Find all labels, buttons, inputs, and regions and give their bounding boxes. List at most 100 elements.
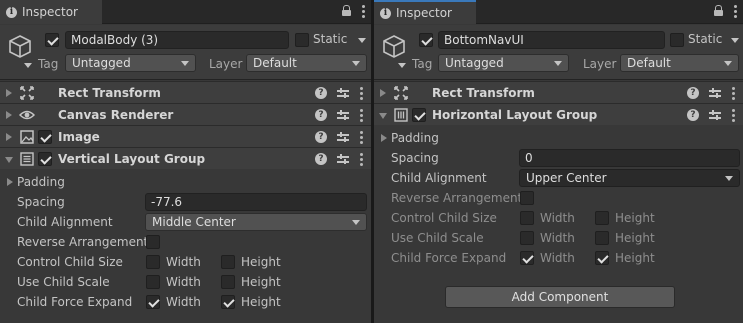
object-name-field[interactable]: BottomNavUI xyxy=(438,31,665,49)
layer-dropdown[interactable]: Default xyxy=(246,54,367,72)
scale-height-checkbox[interactable] xyxy=(595,231,609,245)
kebab-menu-icon[interactable] xyxy=(733,4,737,18)
tab-label: Inspector xyxy=(396,6,452,20)
foldout-arrow-icon[interactable] xyxy=(6,89,12,97)
reverse-arrangement-checkbox[interactable] xyxy=(520,191,534,205)
control-height-checkbox[interactable] xyxy=(221,255,235,269)
tab-inspector[interactable]: i Inspector xyxy=(0,0,102,24)
foldout-arrow-icon[interactable] xyxy=(379,113,387,119)
component-rect-transform[interactable]: Rect Transform ? xyxy=(0,81,371,103)
help-icon[interactable]: ? xyxy=(315,153,327,165)
component-vertical-layout-group[interactable]: Vertical Layout Group ? xyxy=(0,147,371,169)
static-dropdown-arrow[interactable] xyxy=(731,38,739,43)
chevron-down-icon xyxy=(352,61,360,66)
expand-height-toggle[interactable]: Height xyxy=(595,251,655,265)
active-checkbox[interactable] xyxy=(419,33,433,47)
layer-dropdown[interactable]: Default xyxy=(620,54,739,72)
control-width-toggle[interactable]: Width xyxy=(520,211,575,225)
spacing-field[interactable]: 0 xyxy=(519,149,740,167)
component-image[interactable]: Image ? xyxy=(0,125,371,147)
kebab-menu-icon[interactable] xyxy=(359,108,363,122)
icon-dropdown-arrow[interactable] xyxy=(24,63,32,68)
info-icon: i xyxy=(380,7,391,19)
icon-dropdown-arrow[interactable] xyxy=(398,63,406,68)
presets-icon[interactable] xyxy=(337,131,349,143)
static-dropdown-arrow[interactable] xyxy=(358,38,366,43)
foldout-arrow-icon[interactable] xyxy=(6,111,12,119)
active-checkbox[interactable] xyxy=(45,33,59,47)
foldout-arrow-icon[interactable] xyxy=(6,133,12,141)
scale-width-checkbox[interactable] xyxy=(520,231,534,245)
kebab-menu-icon[interactable] xyxy=(359,130,363,144)
help-icon[interactable]: ? xyxy=(315,131,327,143)
kebab-menu-icon[interactable] xyxy=(731,86,735,100)
layer-value: Default xyxy=(253,56,297,70)
control-height-toggle[interactable]: Height xyxy=(595,211,655,225)
help-icon[interactable]: ? xyxy=(687,109,699,121)
padding-row[interactable]: Padding xyxy=(17,172,371,192)
presets-icon[interactable] xyxy=(709,109,721,121)
help-icon[interactable]: ? xyxy=(687,87,699,99)
presets-icon[interactable] xyxy=(337,87,349,99)
padding-foldout-icon[interactable] xyxy=(381,134,387,142)
expand-width-toggle[interactable]: Width xyxy=(146,295,201,309)
tab-label: Inspector xyxy=(22,5,78,19)
static-checkbox[interactable] xyxy=(295,33,309,47)
component-title: Vertical Layout Group xyxy=(58,152,206,166)
tab-inspector[interactable]: i Inspector xyxy=(374,0,476,24)
expand-height-checkbox[interactable] xyxy=(221,295,235,309)
lock-icon[interactable] xyxy=(342,5,351,16)
padding-row[interactable]: Padding xyxy=(391,128,743,148)
kebab-menu-icon[interactable] xyxy=(731,108,735,122)
component-canvas-renderer[interactable]: Canvas Renderer ? xyxy=(0,103,371,125)
presets-icon[interactable] xyxy=(709,87,721,99)
kebab-menu-icon[interactable] xyxy=(361,4,365,18)
presets-icon[interactable] xyxy=(337,109,349,121)
help-icon[interactable]: ? xyxy=(315,87,327,99)
presets-icon[interactable] xyxy=(337,153,349,165)
child-alignment-dropdown[interactable]: Middle Center xyxy=(145,213,367,231)
scale-width-checkbox[interactable] xyxy=(146,275,160,289)
scale-height-toggle[interactable]: Height xyxy=(595,231,655,245)
expand-width-toggle[interactable]: Width xyxy=(520,251,575,265)
chevron-down-icon xyxy=(352,220,360,225)
expand-width-checkbox[interactable] xyxy=(146,295,160,309)
eye-icon xyxy=(19,110,35,120)
scale-height-toggle[interactable]: Height xyxy=(221,275,281,289)
kebab-menu-icon[interactable] xyxy=(359,152,363,166)
foldout-arrow-icon[interactable] xyxy=(5,157,13,163)
control-width-toggle[interactable]: Width xyxy=(146,255,201,269)
scale-height-checkbox[interactable] xyxy=(221,275,235,289)
help-icon[interactable]: ? xyxy=(315,109,327,121)
component-tools: ? xyxy=(687,108,735,122)
component-enabled-checkbox[interactable] xyxy=(412,108,426,122)
gameobject-cube-icon[interactable] xyxy=(6,33,34,61)
component-rect-transform[interactable]: Rect Transform ? xyxy=(374,81,743,103)
spacing-field[interactable]: -77.6 xyxy=(145,193,367,211)
child-alignment-dropdown[interactable]: Upper Center xyxy=(519,169,740,187)
scale-width-toggle[interactable]: Width xyxy=(520,231,575,245)
foldout-arrow-icon[interactable] xyxy=(380,89,386,97)
padding-foldout-icon[interactable] xyxy=(7,178,13,186)
expand-height-toggle[interactable]: Height xyxy=(221,295,281,309)
control-width-checkbox[interactable] xyxy=(520,211,534,225)
control-height-checkbox[interactable] xyxy=(595,211,609,225)
component-horizontal-layout-group[interactable]: Horizontal Layout Group ? xyxy=(374,103,743,125)
child-alignment-row: Child Alignment Middle Center xyxy=(17,212,371,232)
component-enabled-checkbox[interactable] xyxy=(38,130,52,144)
tag-dropdown[interactable]: Untagged xyxy=(65,54,196,72)
reverse-arrangement-checkbox[interactable] xyxy=(146,235,160,249)
component-enabled-checkbox[interactable] xyxy=(38,152,52,166)
control-height-toggle[interactable]: Height xyxy=(221,255,281,269)
object-name-field[interactable]: ModalBody (3) xyxy=(65,31,289,49)
lock-icon[interactable] xyxy=(714,5,723,16)
expand-width-checkbox[interactable] xyxy=(520,251,534,265)
gameobject-cube-icon[interactable] xyxy=(380,33,408,61)
kebab-menu-icon[interactable] xyxy=(359,86,363,100)
static-checkbox[interactable] xyxy=(670,33,684,47)
expand-height-checkbox[interactable] xyxy=(595,251,609,265)
control-width-checkbox[interactable] xyxy=(146,255,160,269)
add-component-button[interactable]: Add Component xyxy=(445,286,675,308)
tag-dropdown[interactable]: Untagged xyxy=(438,54,569,72)
scale-width-toggle[interactable]: Width xyxy=(146,275,201,289)
